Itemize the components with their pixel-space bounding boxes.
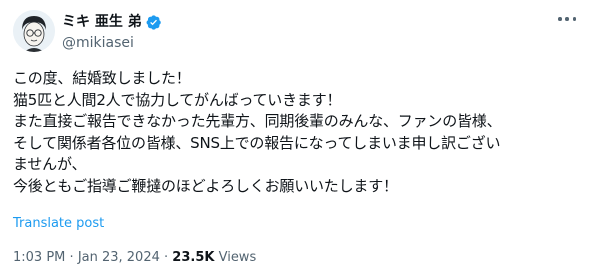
- meta-separator: ·: [164, 250, 169, 265]
- handle[interactable]: @mikiasei: [62, 33, 162, 53]
- verified-badge-icon: [145, 14, 162, 31]
- tweet-line: 今後ともご指導ご鞭撻のほどよろしくお願いいたします！: [13, 176, 398, 195]
- tweet-line: そして関係者各位の皆様、SNS上での報告になってしまいま申し訳ござい: [13, 133, 501, 152]
- avatar-illustration: [13, 10, 55, 52]
- tweet-meta: 1:03 PM · Jan 23, 2024 · 23.5K Views: [13, 249, 256, 267]
- avatar[interactable]: [13, 10, 55, 52]
- views-label: Views: [218, 250, 257, 265]
- tweet-card: ミキ 亜生 弟 @mikiasei この度、結婚致しました！ 猫5匹と人間2人で…: [0, 0, 594, 278]
- author-header: ミキ 亜生 弟 @mikiasei: [62, 12, 162, 53]
- post-time[interactable]: 1:03 PM: [13, 250, 65, 265]
- tweet-line: 猫5匹と人間2人で協力してがんばっていきます！: [13, 90, 342, 109]
- more-horizontal-icon[interactable]: [558, 16, 576, 22]
- display-name[interactable]: ミキ 亜生 弟: [62, 12, 142, 32]
- tweet-text: この度、結婚致しました！ 猫5匹と人間2人で協力してがんばっていきます！ また直…: [13, 68, 585, 198]
- tweet-line: この度、結婚致しました！: [13, 69, 191, 87]
- tweet-line: ませんが、: [13, 155, 87, 174]
- tweet-line: また直接ご報告できなかった先輩方、同期後輩のみんな、ファンの皆様、: [13, 112, 502, 131]
- meta-separator: ·: [69, 250, 74, 265]
- translate-post-link[interactable]: Translate post: [13, 216, 104, 232]
- views-count[interactable]: 23.5K: [172, 250, 214, 265]
- post-date[interactable]: Jan 23, 2024: [78, 250, 160, 265]
- name-row: ミキ 亜生 弟: [62, 12, 162, 32]
